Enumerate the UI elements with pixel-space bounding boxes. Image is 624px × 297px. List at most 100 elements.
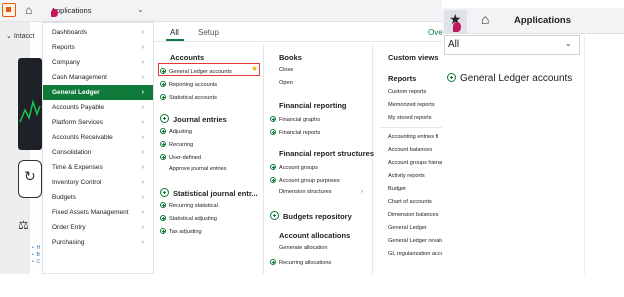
- menu-item-label: Dashboards: [52, 29, 88, 36]
- link-budget[interactable]: Budget: [388, 186, 406, 192]
- add-icon[interactable]: [270, 259, 276, 265]
- link-user-defined[interactable]: User-defined: [160, 153, 201, 161]
- menu-item-order-entry[interactable]: Order Entry ›: [43, 220, 153, 235]
- link-close[interactable]: Close: [279, 67, 293, 73]
- add-icon[interactable]: [160, 141, 166, 147]
- intacct-text: Intacct: [13, 33, 35, 40]
- tab-setup[interactable]: Setup: [198, 28, 219, 37]
- menu-item-consolidation[interactable]: Consolidation ›: [43, 145, 153, 160]
- menu-item-time-expenses[interactable]: Time & Expenses ›: [43, 160, 153, 175]
- link-adjusting[interactable]: Adjusting: [160, 127, 192, 135]
- add-icon[interactable]: [160, 215, 166, 221]
- chevron-down-icon[interactable]: ⌄: [565, 39, 572, 48]
- link-financial-graphs[interactable]: Financial graphs: [270, 115, 320, 123]
- chevron-right-icon: ›: [141, 74, 144, 81]
- app-logo-icon[interactable]: [2, 3, 16, 17]
- budgets-repository-heading: Budgets repository: [270, 210, 352, 221]
- chevron-right-icon: ›: [141, 119, 144, 126]
- background-bullet-list: • H • B • C: [32, 245, 41, 265]
- chevron-right-icon[interactable]: ›: [361, 189, 363, 195]
- add-icon[interactable]: [270, 164, 276, 170]
- link-label: Tax adjusting: [169, 229, 202, 235]
- chevron-down-icon[interactable]: ⌄: [137, 5, 144, 14]
- link-dimension-balances[interactable]: Dimension balances: [388, 212, 438, 218]
- link-chart-of-accounts[interactable]: Chart of accounts: [388, 199, 432, 205]
- menu-item-budgets[interactable]: Budgets ›: [43, 190, 153, 205]
- menu-item-platform-services[interactable]: Platform Services ›: [43, 115, 153, 130]
- account-allocations-heading: Account allocations: [279, 231, 351, 240]
- tab-overflow[interactable]: Ove: [428, 28, 443, 37]
- link-general-ledger-accounts[interactable]: General Ledger accounts: [160, 67, 232, 75]
- link-reporting-accounts[interactable]: Reporting accounts: [160, 80, 217, 88]
- link-tax-adjusting[interactable]: Tax adjusting: [160, 227, 202, 235]
- add-icon[interactable]: [160, 81, 166, 87]
- link-generate-allocation[interactable]: Generate allocation: [279, 245, 328, 251]
- link-account-groups[interactable]: Account groups: [270, 163, 318, 171]
- scale-icon: ⚖: [18, 218, 29, 232]
- link-my-stored-reports[interactable]: My stored reports: [388, 115, 432, 121]
- link-accounting-entries[interactable]: Accounting entries fi: [388, 134, 438, 140]
- add-icon[interactable]: [270, 129, 276, 135]
- chevron-right-icon: ›: [141, 89, 144, 96]
- add-icon[interactable]: [160, 154, 166, 160]
- add-icon[interactable]: [160, 68, 166, 74]
- add-icon[interactable]: [160, 128, 166, 134]
- home-icon[interactable]: ⌂: [481, 11, 489, 27]
- page-bottom-margin: [0, 274, 624, 297]
- link-custom-reports[interactable]: Custom reports: [388, 89, 426, 95]
- add-icon[interactable]: [160, 188, 169, 197]
- link-account-balances[interactable]: Account balances: [388, 147, 432, 153]
- add-icon[interactable]: [270, 211, 279, 220]
- zoom-filter-select[interactable]: [444, 35, 580, 55]
- add-icon[interactable]: [447, 73, 456, 82]
- add-icon[interactable]: [270, 177, 276, 183]
- chevron-right-icon: ›: [141, 209, 144, 216]
- chevron-right-icon: ›: [141, 194, 144, 201]
- home-icon[interactable]: ⌂: [25, 3, 32, 17]
- link-activity-reports[interactable]: Activity reports: [388, 173, 425, 179]
- tab-all[interactable]: All: [170, 28, 179, 37]
- journal-entries-heading: Journal entries: [160, 113, 227, 124]
- menu-item-label: Purchasing: [52, 239, 85, 246]
- heading-label: Budgets repository: [283, 212, 352, 221]
- chevron-right-icon: ›: [141, 149, 144, 156]
- mouse-cursor-icon: [51, 9, 58, 17]
- link-dimension-structures[interactable]: Dimension structures: [279, 189, 332, 195]
- menu-item-general-ledger[interactable]: General Ledger ›: [43, 85, 153, 100]
- add-icon[interactable]: [160, 228, 166, 234]
- chevron-right-icon: ›: [141, 59, 144, 66]
- heading-label: Statistical journal entr...: [173, 189, 258, 198]
- link-recurring[interactable]: Recurring: [160, 140, 193, 148]
- reports-divider: [380, 127, 442, 128]
- link-approve-journal-entries[interactable]: Approve journal entries: [169, 166, 227, 172]
- menu-item-reports[interactable]: Reports ›: [43, 40, 153, 55]
- menu-item-purchasing[interactable]: Purchasing ›: [43, 235, 153, 250]
- zoom-link-general-ledger-accounts[interactable]: General Ledger accounts: [447, 72, 572, 84]
- menu-item-company[interactable]: Company ›: [43, 55, 153, 70]
- link-memorized-reports[interactable]: Memorized reports: [388, 102, 435, 108]
- chevron-right-icon: ›: [141, 239, 144, 246]
- link-open[interactable]: Open: [279, 80, 293, 86]
- favorite-star-icon[interactable]: ★: [251, 64, 258, 73]
- link-statistical-accounts[interactable]: Statistical accounts: [160, 93, 217, 101]
- add-icon[interactable]: [270, 116, 276, 122]
- menu-item-inventory-control[interactable]: Inventory Control ›: [43, 175, 153, 190]
- link-statistical-adjusting[interactable]: Statistical adjusting: [160, 214, 217, 222]
- zoom-applications-label[interactable]: Applications: [514, 15, 571, 26]
- menu-item-cash-management[interactable]: Cash Management ›: [43, 70, 153, 85]
- link-recurring-statistical[interactable]: Recurring statistical: [160, 201, 218, 209]
- link-financial-reports[interactable]: Financial reports: [270, 128, 320, 136]
- link-label: Statistical accounts: [169, 95, 217, 101]
- add-icon[interactable]: [160, 202, 166, 208]
- link-account-group-purposes[interactable]: Account group purposes: [270, 176, 340, 184]
- add-icon[interactable]: [160, 114, 169, 123]
- menu-item-fixed-assets-management[interactable]: Fixed Assets Management ›: [43, 205, 153, 220]
- menu-item-accounts-payable[interactable]: Accounts Payable ›: [43, 100, 153, 115]
- refresh-icon: ↻: [24, 168, 36, 184]
- link-recurring-allocations[interactable]: Recurring allocations: [270, 258, 331, 266]
- menu-item-dashboards[interactable]: Dashboards ›: [43, 25, 153, 40]
- add-icon[interactable]: [160, 94, 166, 100]
- accounts-heading: Accounts: [170, 53, 205, 62]
- menu-item-accounts-receivable[interactable]: Accounts Receivable ›: [43, 130, 153, 145]
- link-general-ledger-report[interactable]: General Ledger: [388, 225, 427, 231]
